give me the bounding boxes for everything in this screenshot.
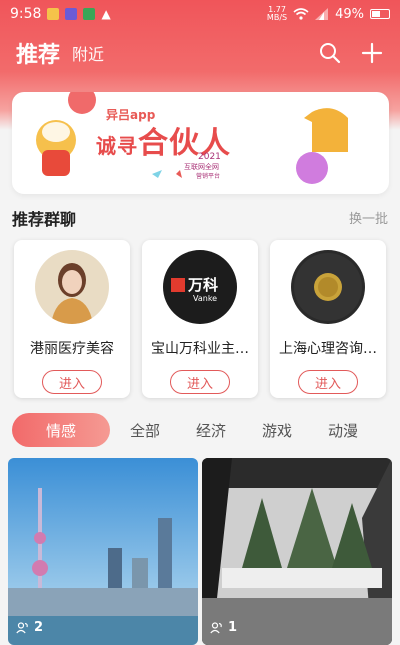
group-card[interactable]: 港丽医疗美容 进入: [14, 240, 130, 398]
vanke-logo-en: Vanke: [193, 294, 218, 303]
warning-icon: ▲: [101, 7, 111, 21]
tab-recommend[interactable]: 推荐: [16, 37, 60, 69]
group-card[interactable]: 上海心理咨询… 进入: [270, 240, 386, 398]
vanke-logo-icon: [171, 277, 185, 292]
search-icon[interactable]: [318, 41, 342, 65]
plus-icon[interactable]: [360, 41, 384, 65]
status-bar: 9:58 ▲ 1.77 MB/S 49%: [0, 0, 400, 28]
member-count: 2: [16, 620, 43, 635]
category-tab[interactable]: 动漫: [310, 420, 376, 441]
vanke-logo: 万科: [171, 274, 218, 295]
battery-icon: [370, 9, 390, 19]
feed-image: [202, 458, 392, 645]
people-icon: [16, 621, 28, 633]
battery-percent: 49%: [335, 6, 364, 22]
notification-image-icon: [47, 8, 60, 20]
group-name: 上海心理咨询…: [279, 341, 377, 357]
category-tab-active[interactable]: 情感: [12, 413, 110, 447]
join-button[interactable]: 进入: [42, 370, 102, 394]
banner-year: 2021: [198, 152, 221, 162]
group-name: 宝山万科业主…: [151, 341, 249, 357]
join-button[interactable]: 进入: [170, 370, 230, 394]
status-time: 9:58: [10, 6, 42, 22]
category-tab[interactable]: 全部: [112, 420, 178, 441]
banner-headline-a: 诚寻: [96, 134, 138, 158]
wifi-icon: [293, 8, 309, 20]
people-icon: [210, 621, 222, 633]
tab-nearby[interactable]: 附近: [72, 41, 104, 65]
feed-image: [8, 458, 198, 645]
network-speed: 1.77 MB/S: [267, 6, 287, 22]
group-avatar: [291, 250, 365, 324]
join-button[interactable]: 进入: [298, 370, 358, 394]
feed-card[interactable]: 2: [8, 458, 198, 645]
signal-icon: [315, 8, 329, 20]
net-speed-unit: MB/S: [266, 13, 288, 22]
member-count-value: 2: [34, 620, 44, 635]
category-tab[interactable]: 经济: [178, 420, 244, 441]
member-count-value: 1: [228, 620, 238, 635]
notification-app-icon: [65, 8, 78, 20]
promo-banner[interactable]: 异吕app 诚寻合伙人 2021 互联网全网 营销平台: [12, 92, 389, 194]
group-card[interactable]: 万科 Vanke 宝山万科业主… 进入: [142, 240, 258, 398]
banner-subtitle-2: 营销平台: [196, 173, 221, 180]
group-avatar: 万科 Vanke: [163, 250, 237, 324]
section-title: 推荐群聊: [12, 210, 77, 229]
member-count: 1: [210, 620, 237, 635]
feed-card[interactable]: 1: [202, 458, 392, 645]
notification-download-icon: [83, 8, 96, 20]
vanke-logo-cn: 万科: [188, 276, 219, 294]
category-tabs: 情感 全部 经济 游戏 动漫: [12, 412, 388, 448]
refresh-batch-link[interactable]: 换一批: [349, 208, 388, 227]
category-tab[interactable]: 游戏: [244, 420, 310, 441]
group-name: 港丽医疗美容: [30, 341, 114, 357]
group-avatar: [35, 250, 109, 324]
top-nav: 推荐 附近: [0, 36, 400, 70]
